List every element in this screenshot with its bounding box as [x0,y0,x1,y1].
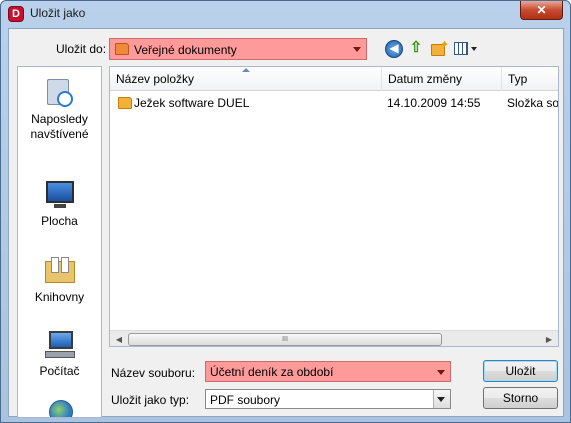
column-header-date[interactable]: Datum změny [382,67,502,91]
file-name-label: Název souboru: [111,366,196,380]
place-label: Naposledy navštívené [30,112,89,141]
place-label: Knihovny [34,290,85,304]
chevron-down-icon[interactable] [437,370,445,375]
libraries-icon [43,255,77,287]
place-desktop[interactable]: Plocha [18,179,101,229]
column-header-type[interactable]: Typ [502,67,558,91]
file-type-select[interactable]: PDF soubory [205,389,451,409]
window-title: Uložit jako [30,6,86,20]
scroll-thumb[interactable]: III [128,333,442,346]
title-bar[interactable]: D Uložit jako ✕ [1,1,570,27]
up-folder-icon[interactable]: ⇧ [407,40,425,58]
place-recent[interactable]: Naposledy navštívené [18,77,101,142]
close-button[interactable]: ✕ [520,1,563,20]
folder-icon [115,43,129,55]
horizontal-scrollbar[interactable]: ◀ III ▶ [110,330,558,346]
new-folder-icon[interactable]: ✦ [430,39,450,58]
save-in-dropdown[interactable]: Veřejné dokumenty [109,38,367,60]
sort-ascending-icon [242,68,250,72]
computer-icon [43,329,77,361]
recent-places-icon [43,77,77,109]
file-list[interactable]: Název položky Datum změny Typ Ježek soft… [109,66,559,347]
cancel-button[interactable]: Storno [483,387,558,409]
details-view-icon [454,42,468,55]
chevron-down-icon[interactable] [437,397,445,402]
scroll-left-icon[interactable]: ◀ [112,334,126,345]
place-label: Plocha [41,214,78,228]
desktop-icon [43,179,77,211]
file-name-value[interactable]: Účetní deník za období [210,365,333,379]
sparkle-icon: ✦ [440,39,450,51]
dialog-body: Uložit do: Veřejné dokumenty ◀ ⇧ ✦ Napos… [8,28,564,418]
place-label: Počítač [39,364,80,378]
file-type-label: Uložit jako typ: [111,393,190,407]
row-type: Složka sou [507,96,558,110]
network-icon [43,399,77,417]
row-name: Ježek software DUEL [134,96,250,110]
folder-icon [118,97,132,109]
row-date: 14.10.2009 14:55 [387,96,481,110]
place-libraries[interactable]: Knihovny [18,255,101,305]
file-type-value: PDF soubory [210,393,281,407]
places-bar: Naposledy navštívené Plocha Knihovny Poč… [17,66,102,418]
chevron-down-icon[interactable] [353,47,361,52]
place-network[interactable] [18,399,101,417]
file-name-field[interactable]: Účetní deník za období [205,361,451,382]
table-row[interactable]: Ježek software DUEL 14.10.2009 14:55 Slo… [110,94,558,112]
chevron-down-icon [471,47,477,51]
view-menu-icon[interactable] [454,40,480,58]
save-as-dialog: D Uložit jako ✕ Uložit do: Veřejné dokum… [0,0,571,423]
list-header: Název položky Datum změny Typ [110,67,558,91]
save-in-value: Veřejné dokumenty [134,43,237,57]
app-icon: D [8,6,24,22]
place-computer[interactable]: Počítač [18,329,101,379]
back-arrow-icon[interactable]: ◀ [385,40,403,58]
save-button[interactable]: Uložit [483,360,558,382]
scroll-right-icon[interactable]: ▶ [542,334,556,345]
save-in-label: Uložit do: [56,42,107,56]
